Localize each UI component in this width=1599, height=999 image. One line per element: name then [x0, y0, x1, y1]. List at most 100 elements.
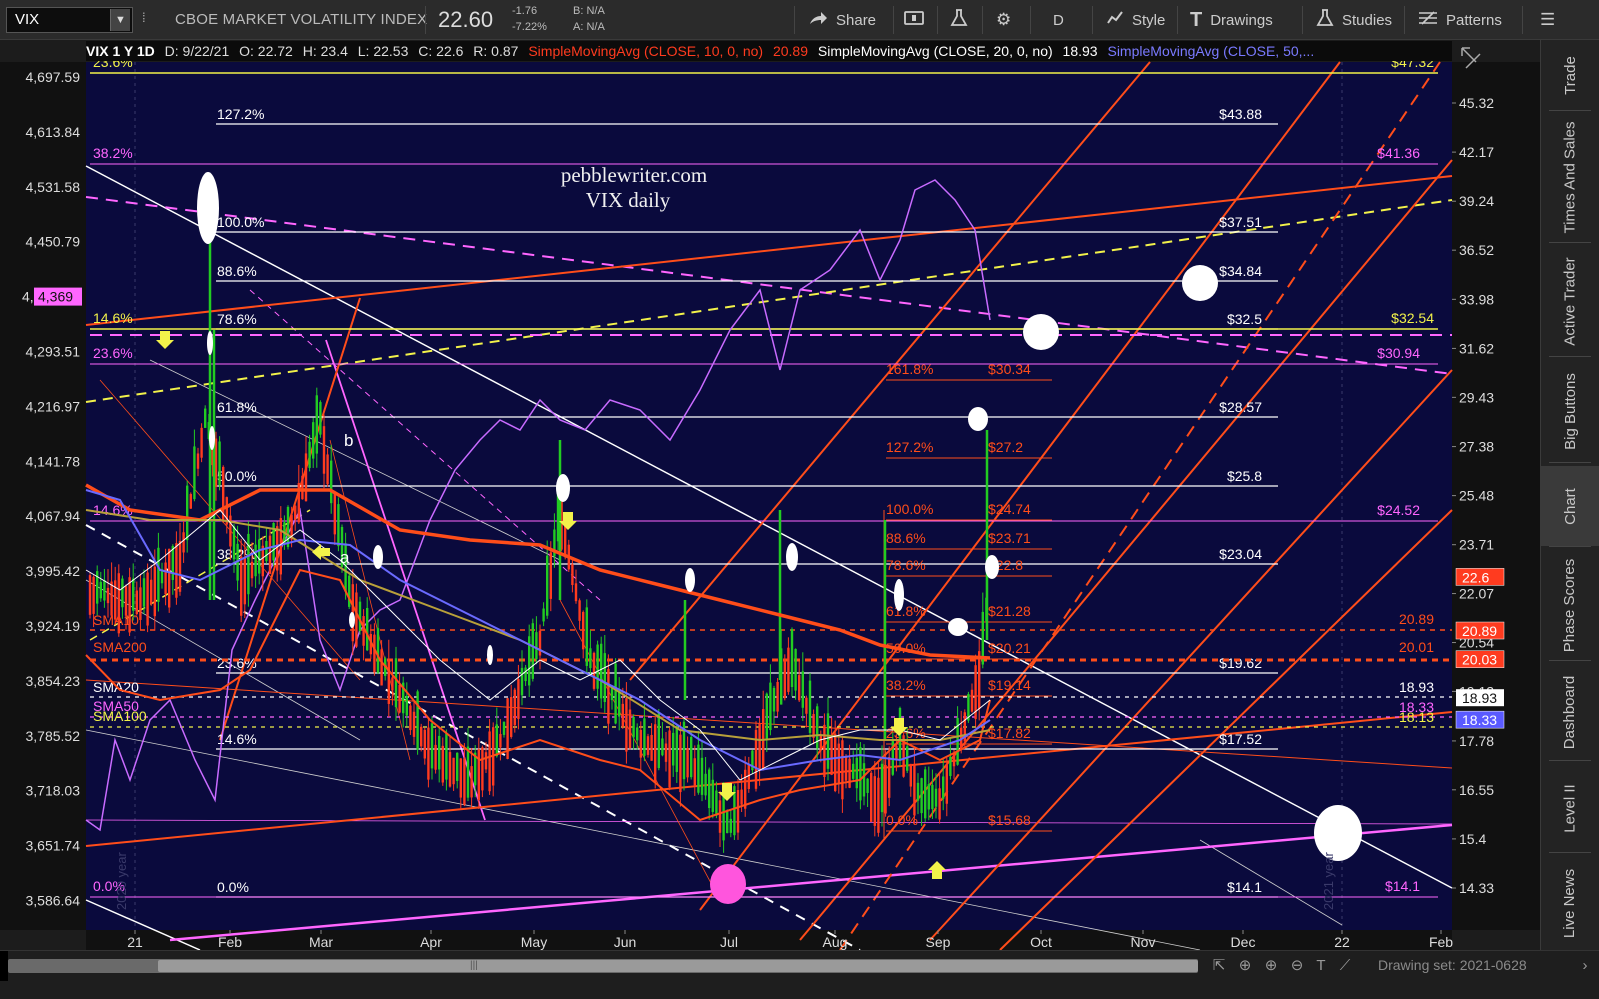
- chart-info-header: VIX 1 Y 1D D: 9/22/21 O: 22.72 H: 23.4 L…: [86, 41, 1452, 61]
- candle-body: [168, 548, 171, 608]
- candle-body: [571, 564, 574, 586]
- orange-fib-pct-label: 161.8%: [886, 361, 933, 377]
- candle-body: [412, 711, 416, 737]
- candle-body: [927, 784, 930, 810]
- watermark-title: VIX daily: [586, 188, 671, 212]
- sidebar-tab-big-buttons[interactable]: Big Buttons: [1541, 360, 1599, 462]
- sidebar-tab-live-news[interactable]: Live News: [1541, 856, 1599, 950]
- wave-label-a: a: [340, 548, 350, 567]
- candle-body: [884, 765, 887, 814]
- share-button[interactable]: Share: [808, 0, 876, 40]
- candle-body: [513, 689, 516, 726]
- candle-body: [812, 713, 815, 738]
- zoom-in-icon[interactable]: ⊕: [1260, 955, 1282, 977]
- change-absolute: -1.76: [512, 5, 538, 17]
- left-axis-tick: 3,718.03: [26, 783, 81, 799]
- candle-body: [121, 578, 124, 608]
- white-marker-ellipse: [968, 407, 988, 431]
- time-axis-label: Aug: [823, 934, 848, 950]
- line-tool-icon[interactable]: ⟋: [1334, 955, 1356, 977]
- sidebar-tab-chart[interactable]: Chart: [1541, 466, 1599, 546]
- sidebar-tab-trade[interactable]: Trade: [1541, 40, 1599, 110]
- ask-value: A: N/A: [573, 21, 605, 33]
- right-axis-tick: 36.52: [1459, 242, 1494, 258]
- candle-body: [870, 772, 873, 822]
- toolbar-divider: [937, 6, 938, 34]
- magenta-fib-value-label: $14.1: [1385, 878, 1420, 894]
- sma10-study-label[interactable]: SimpleMovingAvg (CLOSE, 10, 0, no): [528, 43, 763, 59]
- time-axis-label: Dec: [1231, 934, 1256, 950]
- candle-body: [805, 697, 808, 714]
- time-axis-label: 22: [1334, 934, 1350, 950]
- scrollbar-thumb[interactable]: [158, 960, 1198, 972]
- candle-body: [924, 769, 927, 819]
- patterns-button[interactable]: Patterns: [1418, 0, 1502, 40]
- candle-body: [949, 756, 952, 777]
- candle-body: [427, 727, 430, 780]
- bottom-bar: ||| ⇱ ⊕ ⊕ ⊖ T ⟋ Drawing set: 2021-0628 ›: [0, 950, 1599, 999]
- candle-body: [186, 485, 189, 541]
- sidebar-tab-active-trader[interactable]: Active Trader: [1541, 246, 1599, 356]
- candle-body: [142, 578, 146, 607]
- period-button[interactable]: D: [1053, 0, 1064, 40]
- time-axis-label: Feb: [218, 934, 242, 950]
- candle-body: [301, 475, 304, 500]
- gear-icon: ⚙: [996, 10, 1012, 29]
- right-axis-tick: 27.38: [1459, 439, 1494, 455]
- chart-panel[interactable]: 127.2% $43.88 100.0% $37.51 88.6% $34.84 78.6%…: [0, 40, 1540, 950]
- drawing-set-chevron-icon[interactable]: ›: [1574, 955, 1596, 977]
- candle-body: [747, 764, 750, 789]
- style-button[interactable]: Style: [1106, 0, 1165, 40]
- candle-body: [592, 652, 596, 689]
- chevron-down-icon: ▼: [115, 14, 126, 26]
- white-marker-ellipse: [197, 172, 219, 244]
- symbol-dropdown-button[interactable]: ▼: [110, 9, 130, 31]
- left-axis-tick: 3,651.74: [26, 838, 81, 854]
- sma20-study-label[interactable]: SimpleMovingAvg (CLOSE, 20, 0, no): [818, 43, 1053, 59]
- studies-button[interactable]: Studies: [1316, 0, 1392, 40]
- toolbar-divider: [1522, 6, 1523, 34]
- candle-body: [862, 763, 866, 797]
- price-chart[interactable]: 127.2% $43.88 100.0% $37.51 88.6% $34.84 78.6%…: [0, 40, 1540, 950]
- candle-body: [164, 562, 167, 595]
- drawings-button[interactable]: T Drawings: [1190, 0, 1273, 40]
- crosshair-icon[interactable]: ⊕: [1234, 955, 1256, 977]
- drawing-set-label: Drawing set: 2021-0628: [1378, 957, 1527, 973]
- candle-body: [621, 703, 624, 727]
- hamburger-menu-icon: ☰: [1540, 10, 1556, 29]
- candle-body: [700, 757, 704, 795]
- chart-settings-button[interactable]: ⚙: [996, 0, 1019, 40]
- candle-body: [704, 773, 707, 796]
- candle-body: [841, 740, 844, 800]
- sidebar-divider: [1549, 660, 1591, 661]
- candle-body: [510, 697, 513, 737]
- orange-fib-value-label: $30.34: [988, 361, 1031, 377]
- left-axis-tick: 3,586.64: [26, 893, 81, 909]
- text-tool-icon[interactable]: T: [1310, 955, 1332, 977]
- sidebar-tab-level-ii[interactable]: Level II: [1541, 764, 1599, 852]
- expand-icon[interactable]: ⇱: [1208, 955, 1230, 977]
- right-axis-tick: 33.98: [1459, 291, 1494, 307]
- candle-body: [646, 736, 650, 755]
- sidebar-tab-times-and-sales[interactable]: Times And Sales: [1541, 112, 1599, 242]
- candle-body: [326, 454, 329, 485]
- candle-body: [416, 691, 419, 750]
- sma100-label: SMA100: [93, 708, 147, 724]
- menu-button[interactable]: ☰: [1540, 0, 1563, 40]
- candle-body: [546, 555, 549, 616]
- sidebar-tab-dashboard[interactable]: Dashboard: [1541, 664, 1599, 760]
- link-icon[interactable]: ⁞: [142, 10, 154, 30]
- candle-body: [909, 763, 912, 787]
- orange-fib-value-label: $24.74: [988, 501, 1031, 517]
- white-marker-ellipse: [1182, 265, 1218, 301]
- sma50-study-label[interactable]: SimpleMovingAvg (CLOSE, 50,...: [1107, 43, 1314, 59]
- magenta-fib-value-label: $41.36: [1377, 145, 1420, 161]
- save-image-button[interactable]: [904, 0, 932, 40]
- studies-label: Studies: [1342, 11, 1393, 29]
- sidebar-tab-phase-scores[interactable]: Phase Scores: [1541, 550, 1599, 660]
- studies-lab-button[interactable]: [950, 0, 976, 40]
- orange-fib-value-label: $15.68: [988, 812, 1031, 828]
- zoom-out-icon[interactable]: ⊖: [1286, 955, 1308, 977]
- candle-body: [636, 727, 639, 741]
- last-price: 22.60: [438, 7, 494, 32]
